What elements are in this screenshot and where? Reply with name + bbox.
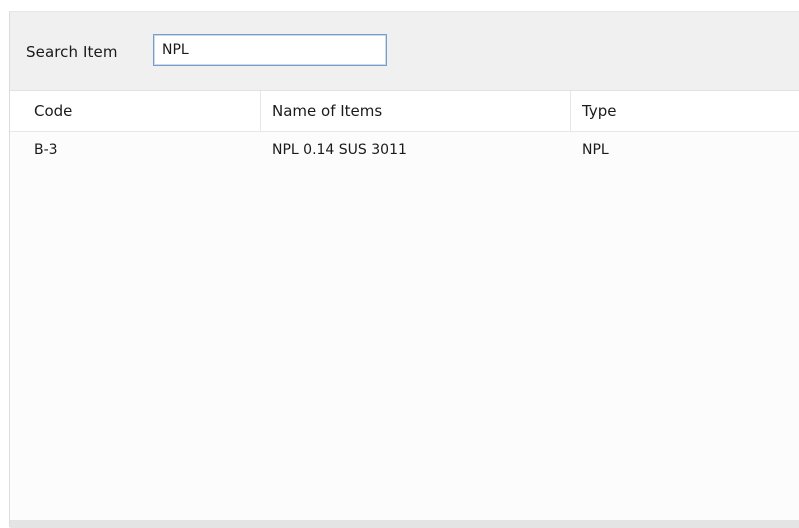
search-item-input[interactable] xyxy=(153,34,387,66)
column-header-name-of-items[interactable]: Name of Items xyxy=(260,91,570,131)
grid-header: Code Name of Items Type xyxy=(10,91,799,132)
cell-name-of-items: NPL 0.14 SUS 3011 xyxy=(272,142,407,158)
column-header-type[interactable]: Type xyxy=(570,91,799,131)
column-header-code[interactable]: Code xyxy=(22,91,258,131)
cell-type: NPL xyxy=(582,142,609,158)
cell-code: B-3 xyxy=(34,142,58,158)
table-row[interactable]: B-3 NPL 0.14 SUS 3011 NPL xyxy=(10,132,799,168)
search-bar: Search Item xyxy=(10,12,799,90)
items-grid: Code Name of Items Type B-3 NPL 0.14 SUS… xyxy=(10,90,799,521)
search-item-label: Search Item xyxy=(26,43,118,61)
item-search-window: Search Item Code Name of Items Type B-3 … xyxy=(9,11,799,528)
